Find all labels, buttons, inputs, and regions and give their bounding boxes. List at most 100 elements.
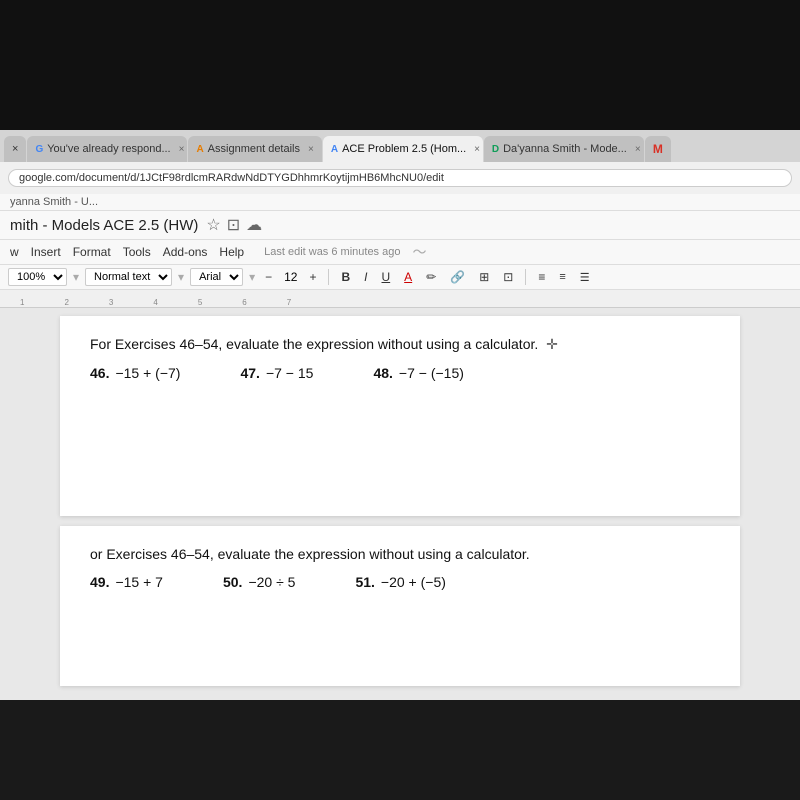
exercise-47: 47. −7 − 15: [240, 365, 313, 381]
tab-label-2: You've already respond...: [47, 143, 170, 155]
highlight-btn[interactable]: ✏: [422, 269, 440, 285]
tab-x: ×: [12, 143, 18, 155]
tab-already-responded[interactable]: G You've already respond... ×: [27, 136, 187, 162]
zoom-select[interactable]: 100%: [8, 268, 67, 286]
italic-btn[interactable]: I: [360, 269, 371, 285]
gmail-icon: M: [653, 142, 663, 156]
ruler: 1 2 3 4 5 6 7: [0, 290, 800, 308]
increase-font-btn[interactable]: +: [305, 269, 320, 285]
ruler-7: 7: [287, 298, 291, 307]
exercise-46-num: 46.: [90, 365, 109, 381]
fmt-divider-1: ▾: [73, 270, 79, 284]
separator-1: [328, 269, 329, 285]
exercise-48-expr: −7 − (−15): [399, 365, 464, 381]
exercise-50-num: 50.: [223, 574, 242, 590]
underline-btn[interactable]: U: [378, 269, 395, 285]
gdoc-icon: G: [35, 144, 43, 155]
last-edit-label: Last edit was 6 minutes ago: [264, 246, 400, 258]
tab-label-4: ACE Problem 2.5 (Hom...: [342, 143, 466, 155]
doc-title-bar: mith - Models ACE 2.5 (HW) ☆ ⊡ ☁: [0, 211, 800, 240]
list-bullet-btn[interactable]: ☰: [576, 270, 594, 285]
tab-close-btn[interactable]: ×: [4, 136, 26, 162]
tab-assignment-details[interactable]: A Assignment details ×: [188, 136, 321, 162]
menu-bar: w Insert Format Tools Add-ons Help Last …: [0, 240, 800, 265]
address-text: google.com/document/d/1JCtF98rdlcmRARdwN…: [19, 172, 444, 184]
cloud-icon[interactable]: ☁: [246, 215, 262, 235]
tab-close-3[interactable]: ×: [308, 144, 314, 155]
address-input[interactable]: google.com/document/d/1JCtF98rdlcmRARdwN…: [8, 169, 792, 187]
ruler-6: 6: [242, 298, 246, 307]
tab-close-5[interactable]: ×: [635, 144, 641, 155]
exercise-51-num: 51.: [355, 574, 374, 590]
address-bar: google.com/document/d/1JCtF98rdlcmRARdwN…: [0, 162, 800, 194]
exercise-46: 46. −15 + (−7): [90, 365, 180, 381]
doc-title: mith - Models ACE 2.5 (HW): [10, 217, 198, 234]
exercise-49-expr: −15 + 7: [115, 574, 163, 590]
formatting-bar: 100% ▾ Normal text ▾ Arial ▾ − 12 + B I …: [0, 265, 800, 290]
assignment-icon: A: [196, 144, 203, 155]
font-size-display: 12: [282, 270, 299, 284]
answer-space-1: [90, 391, 710, 451]
tab-dayanna-smith[interactable]: D Da'yanna Smith - Mode... ×: [484, 136, 644, 162]
tab-close-4[interactable]: ×: [474, 144, 480, 155]
bold-btn[interactable]: B: [337, 269, 354, 285]
menu-view[interactable]: w: [10, 245, 19, 259]
exercise-49-num: 49.: [90, 574, 109, 590]
ruler-1: 1: [20, 298, 24, 307]
ace-icon: A: [331, 144, 338, 155]
exercises-row-1: 46. −15 + (−7) 47. −7 − 15 48. −7 − (−15…: [90, 365, 710, 381]
exercise-51-expr: −20 + (−5): [381, 574, 446, 590]
exercise-49: 49. −15 + 7: [90, 574, 163, 590]
tab-label-5: Da'yanna Smith - Mode...: [503, 143, 627, 155]
exercise-46-expr: −15 + (−7): [115, 365, 180, 381]
wavy-icon: 〜: [412, 242, 426, 262]
exercise-51: 51. −20 + (−5): [355, 574, 445, 590]
image-btn[interactable]: ⊡: [499, 269, 517, 285]
exercise-47-num: 47.: [240, 365, 259, 381]
doc-scroll-area[interactable]: For Exercises 46–54, evaluate the expres…: [0, 308, 800, 690]
exercise-50-expr: −20 ÷ 5: [248, 574, 295, 590]
move-cursor-icon: ✛: [546, 336, 558, 353]
exercise-48: 48. −7 − (−15): [373, 365, 463, 381]
tab-ace-problem[interactable]: A ACE Problem 2.5 (Hom... ×: [323, 136, 483, 162]
font-color-btn[interactable]: A: [400, 269, 416, 285]
doc-title-icons: ☆ ⊡ ☁: [206, 215, 262, 235]
tab-gmail[interactable]: M: [645, 136, 671, 162]
separator-2: [525, 269, 526, 285]
exercise-50: 50. −20 ÷ 5: [223, 574, 295, 590]
doc-content-1: For Exercises 46–54, evaluate the expres…: [60, 316, 740, 516]
doc-content-2: or Exercises 46–54, evaluate the express…: [60, 526, 740, 686]
star-icon[interactable]: ☆: [206, 215, 220, 235]
browser-chrome: × G You've already respond... × A Assign…: [0, 130, 800, 211]
menu-insert[interactable]: Insert: [31, 245, 61, 259]
laptop-bezel: [0, 0, 800, 130]
link-btn[interactable]: 🔗: [446, 269, 469, 285]
comment-btn[interactable]: ⊞: [475, 269, 493, 285]
menu-addons[interactable]: Add-ons: [163, 245, 208, 259]
tab-close-2[interactable]: ×: [179, 144, 185, 155]
ruler-2: 2: [64, 298, 68, 307]
exercise-48-num: 48.: [373, 365, 392, 381]
list-num-btn[interactable]: ≡: [555, 270, 569, 284]
ruler-3: 3: [109, 298, 113, 307]
instruction-1: For Exercises 46–54, evaluate the expres…: [90, 336, 710, 353]
fmt-divider-2: ▾: [178, 270, 184, 284]
instruction-2: or Exercises 46–54, evaluate the express…: [90, 546, 710, 562]
ruler-marks: 1 2 3 4 5 6 7: [0, 290, 800, 307]
fmt-divider-3: ▾: [249, 270, 255, 284]
exercises-row-2: 49. −15 + 7 50. −20 ÷ 5 51. −20 + (−5): [90, 574, 710, 590]
menu-help[interactable]: Help: [219, 245, 244, 259]
tab-label-3: Assignment details: [208, 143, 300, 155]
align-btn[interactable]: ≡: [534, 269, 549, 285]
gdoc2-icon: D: [492, 144, 499, 155]
ruler-5: 5: [198, 298, 202, 307]
tab-bar: × G You've already respond... × A Assign…: [0, 130, 800, 162]
exercise-47-expr: −7 − 15: [266, 365, 314, 381]
decrease-font-btn[interactable]: −: [261, 269, 276, 285]
style-select[interactable]: Normal text: [85, 268, 172, 286]
copy-icon[interactable]: ⊡: [227, 215, 240, 235]
menu-tools[interactable]: Tools: [123, 245, 151, 259]
font-select[interactable]: Arial: [190, 268, 243, 286]
document-area: mith - Models ACE 2.5 (HW) ☆ ⊡ ☁ w Inser…: [0, 211, 800, 700]
menu-format[interactable]: Format: [73, 245, 111, 259]
